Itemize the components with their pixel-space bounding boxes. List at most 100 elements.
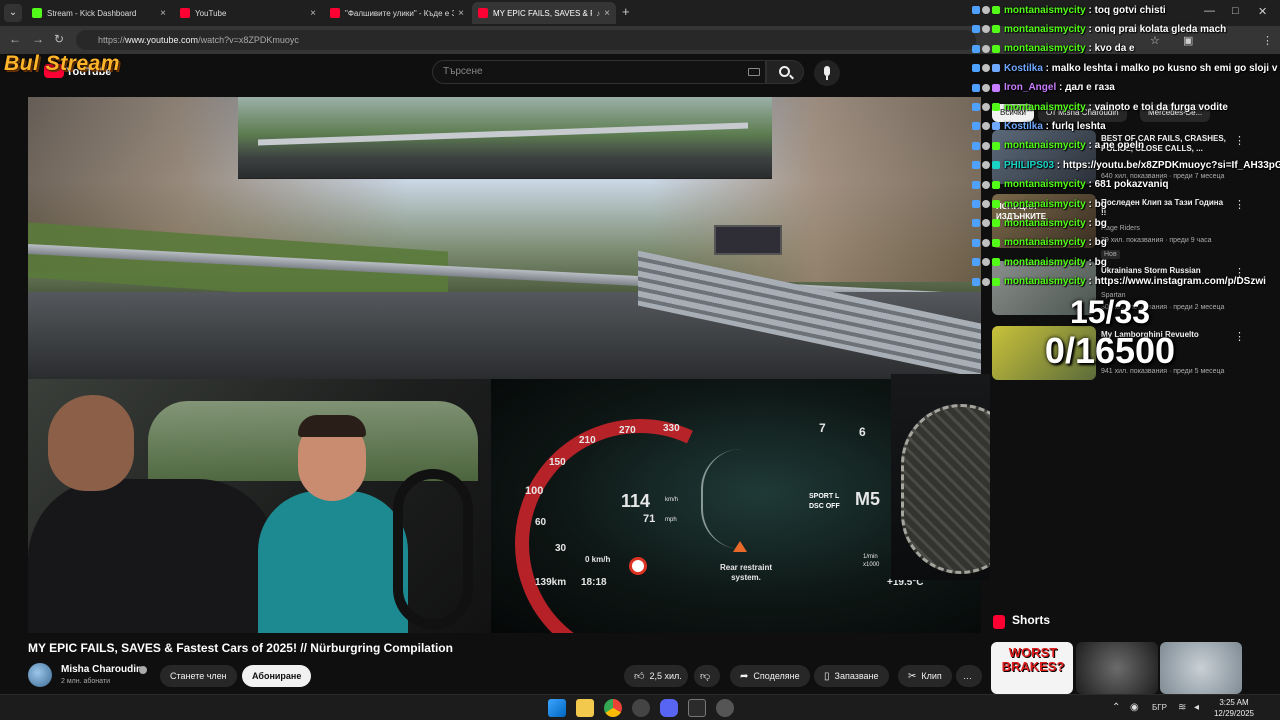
browser-menu-icon[interactable]: ⋮ [1262, 34, 1273, 47]
rpm-mark-7: 7 [819, 421, 826, 435]
speed-scale-60: 60 [535, 517, 547, 528]
like-button[interactable]: 👍︎ 2,5 хил. [624, 665, 688, 687]
platform-badge-icon [992, 277, 1000, 286]
chat-username[interactable]: montanaismycity [1004, 257, 1086, 268]
subscribe-button[interactable]: Абониране [242, 665, 312, 687]
channel-name[interactable]: Misha Charoudin [61, 664, 142, 675]
address-bar[interactable]: https://www.youtube.com/watch?v=x8ZPDKmu… [76, 30, 976, 50]
settings-gear-icon[interactable] [716, 699, 734, 717]
more-button[interactable]: … [956, 665, 982, 687]
discord-icon[interactable] [660, 699, 678, 717]
avatar[interactable] [28, 663, 52, 687]
chat-username[interactable]: montanaismycity [1004, 237, 1086, 248]
window-close-icon[interactable]: ✕ [1258, 5, 1267, 18]
save-button[interactable]: ▯ Запазване [814, 665, 889, 687]
short-thumbnail[interactable] [1076, 642, 1158, 694]
recommendation-meta: 29 хил. показвания · преди 9 часа [1101, 237, 1212, 244]
chat-username[interactable]: montanaismycity [1004, 218, 1086, 229]
more-actions-icon[interactable]: ⋮ [1234, 198, 1245, 211]
rpm-mark-6: 6 [859, 425, 866, 439]
voice-search-button[interactable] [814, 60, 840, 86]
trackside-sign [714, 225, 782, 255]
close-icon[interactable]: × [458, 8, 464, 19]
chat-username[interactable]: Kostilka [1004, 121, 1043, 132]
join-button[interactable]: Станете член [160, 665, 237, 687]
tab-kick-dashboard[interactable]: Stream - Kick Dashboard × [26, 2, 172, 24]
chat-text: bg [1094, 237, 1107, 249]
new-tab-button[interactable]: + [622, 4, 630, 19]
terminal-icon[interactable] [688, 699, 706, 717]
more-actions-icon[interactable]: ⋮ [1234, 330, 1245, 343]
wifi-icon[interactable]: ≋ [1178, 702, 1186, 713]
dislike-button[interactable]: 👎︎ [694, 665, 720, 687]
maximize-icon[interactable]: □ [1232, 5, 1239, 17]
chat-username[interactable]: Iron_Angel [1004, 82, 1056, 93]
file-explorer-icon[interactable] [576, 699, 594, 717]
url-host: www.youtube.com [125, 35, 199, 45]
volume-icon[interactable]: ◂ [1194, 702, 1199, 713]
chat-username[interactable]: montanaismycity [1004, 102, 1086, 113]
tab-youtube[interactable]: YouTube × [174, 2, 322, 24]
chat-username[interactable]: montanaismycity [1004, 24, 1086, 35]
chat-username[interactable]: Kostilka [1004, 63, 1043, 74]
chat-username[interactable]: montanaismycity [1004, 276, 1086, 287]
tray-overflow-icon[interactable]: ⌃ [1112, 702, 1120, 713]
tab-label: YouTube [195, 8, 227, 18]
chat-username[interactable]: montanaismycity [1004, 179, 1086, 190]
forward-icon[interactable]: → [32, 32, 44, 46]
like-count: 2,5 хил. [649, 671, 682, 681]
tab-current-video[interactable]: MY EPIC FAILS, SAVES & Fa ♪ × [472, 2, 616, 24]
keyboard-icon[interactable] [748, 68, 760, 76]
platform-badge-icon [992, 64, 1000, 73]
url-path: /watch?v=x8ZPDKmuoyc [198, 35, 299, 45]
platform-badge-icon [992, 25, 1000, 34]
minimize-icon[interactable]: — [1204, 5, 1215, 17]
sub-badge-icon [982, 238, 990, 247]
short-thumbnail[interactable]: WORST BRAKES? [991, 642, 1073, 694]
windows-start-icon[interactable] [548, 699, 566, 717]
chat-username[interactable]: montanaismycity [1004, 43, 1086, 54]
chat-username[interactable]: montanaismycity [1004, 199, 1086, 210]
back-icon[interactable]: ← [9, 32, 21, 46]
subscriber-badge-icon [972, 64, 980, 73]
chat-text: https://www.instagram.com/p/DSzwi [1094, 276, 1266, 288]
video-player[interactable]: 210 270 330 150 100 60 30 0 km/h 114 km/… [28, 97, 981, 633]
close-icon[interactable]: × [604, 8, 610, 19]
chat-text: furlq leshta [1051, 120, 1106, 132]
warning-icon [629, 557, 647, 575]
close-icon[interactable]: × [310, 8, 316, 19]
sport-mode: SPORT L [809, 493, 840, 500]
speed-kmh: 114 [621, 491, 651, 511]
more-actions-icon[interactable]: ⋮ [1234, 134, 1245, 147]
share-button[interactable]: ➦ Споделяне [730, 665, 810, 687]
shorts-icon [993, 615, 1005, 629]
taskbar-clock[interactable]: 3:25 AM 12/29/2025 [1212, 697, 1256, 719]
chat-text: bg [1094, 256, 1107, 268]
sub-badge-icon [982, 122, 990, 131]
subscriber-badge-icon [972, 161, 980, 170]
tab-fake-evidence[interactable]: "Фалшивите улики" - Къде е Э × [324, 2, 470, 24]
speed-mph: 71 [643, 513, 656, 525]
clip-button[interactable]: ✂ Клип [898, 665, 952, 687]
chat-message: Kostilka : furlq leshta [972, 118, 1106, 134]
chat-username[interactable]: montanaismycity [1004, 5, 1086, 16]
chat-text: malko leshta i malko po kusno sh emi go … [1051, 62, 1280, 74]
chat-message: montanaismycity : bg [972, 196, 1107, 212]
tab-search-button[interactable]: ⌄ [4, 4, 22, 22]
language-indicator[interactable]: БГР [1152, 703, 1167, 712]
reload-icon[interactable]: ↻ [54, 32, 64, 46]
obs-icon[interactable] [632, 699, 650, 717]
recommendation-title[interactable]: Последен Клип за Тази Година !! [1101, 198, 1226, 218]
range: 139km [535, 577, 567, 588]
speaker-icon[interactable]: ♪ [596, 9, 600, 18]
youtube-header: YouTube Търсене [0, 54, 990, 92]
short-thumbnail[interactable] [1160, 642, 1242, 694]
chat-username[interactable]: montanaismycity [1004, 140, 1086, 151]
search-input[interactable]: Търсене [432, 60, 766, 84]
kick-favicon-icon [32, 8, 42, 18]
close-icon[interactable]: × [160, 8, 166, 19]
chrome-icon[interactable] [604, 699, 622, 717]
chat-username[interactable]: PHILIPS03 [1004, 160, 1054, 171]
search-button[interactable] [766, 60, 804, 84]
network-icon[interactable]: ◉ [1130, 702, 1139, 713]
